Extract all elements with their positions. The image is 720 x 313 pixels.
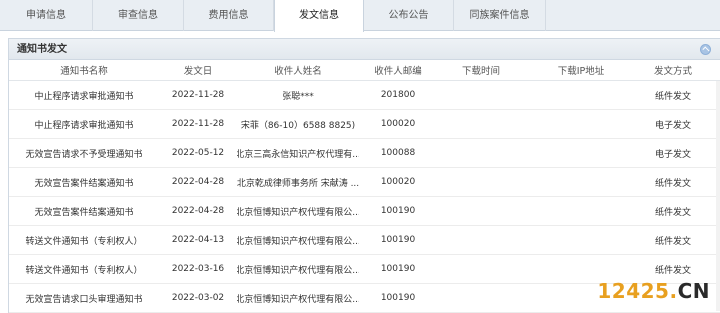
notice-name-cell: 中止程序请求审批通知书 <box>34 120 134 131</box>
notice-name-cell: 中止程序请求审批通知书 <box>34 91 134 102</box>
recipient-zip-cell: 201800 <box>380 90 416 100</box>
panel-header: 通知书发文 <box>9 39 720 60</box>
watermark-number: 12425 <box>597 279 670 303</box>
recipient-name-cell: 北京恒博知识产权代理有限公... <box>237 236 359 247</box>
recipient-name-cell: 北京乾成律师事务所 宋献涛 ... <box>237 178 359 189</box>
watermark-cn: CN <box>677 279 710 303</box>
collapse-icon[interactable] <box>700 44 711 55</box>
dispatch-date-cell: 2022-11-28 <box>171 119 225 129</box>
recipient-zip-cell: 100020 <box>380 119 416 129</box>
dispatch-date-cell: 2022-11-28 <box>171 90 225 100</box>
watermark-dot: . <box>669 279 678 303</box>
recipient-name-cell: 宋菲（86-10）6588 8825) <box>240 120 356 131</box>
panel-title: 通知书发文 <box>17 44 67 55</box>
col-download-time-header: 下载时间 <box>461 66 500 77</box>
dispatch-date-cell: 2022-04-28 <box>171 206 225 216</box>
table-row[interactable]: 中止程序请求审批通知书 2022-11-28 张聪*** 201800 纸件发文 <box>9 81 720 110</box>
dispatch-notice-panel: 通知书发文 通知书名称 发文日 收件人姓名 收件人邮编 下载时间 下载IP地址 发文方式 中… <box>8 38 720 313</box>
dispatch-date-cell: 2022-04-13 <box>171 235 225 245</box>
col-dispatch-date-header: 发文日 <box>183 66 213 77</box>
download-ip-cell <box>525 81 637 109</box>
recipient-zip-cell: 100190 <box>380 206 416 216</box>
download-time-cell <box>437 168 525 196</box>
download-time-cell <box>437 110 525 138</box>
col-recipient-zip-header: 收件人邮编 <box>374 66 422 77</box>
notice-name-cell: 无效宣告请求口头审理通知书 <box>25 294 143 305</box>
table-row[interactable]: 中止程序请求审批通知书 2022-11-28 宋菲（86-10）6588 8825)… <box>9 110 720 139</box>
recipient-zip-cell: 100190 <box>380 235 416 245</box>
recipient-name-cell: 张聪*** <box>282 91 314 102</box>
tab-bar: 申请信息 审查信息 费用信息 发文信息 公布公告 同族案件信息 <box>0 0 720 32</box>
notice-name-cell: 无效宣告请求不予受理通知书 <box>25 149 143 160</box>
download-ip-cell <box>525 226 637 254</box>
table-row[interactable]: 无效宣告案件结案通知书 2022-04-28 北京乾成律师事务所 宋献涛 ... 10… <box>9 168 720 197</box>
dispatch-date-cell: 2022-03-16 <box>171 264 225 274</box>
download-time-cell <box>437 197 525 225</box>
watermark-logo: 12425.CN <box>597 279 710 303</box>
dispatch-method-cell: 电子发文 <box>654 120 691 131</box>
recipient-name-cell: 北京恒博知识产权代理有限公... <box>237 265 359 276</box>
tab-6[interactable]: 同族案件信息 <box>454 0 546 31</box>
scrollbar[interactable] <box>716 81 720 311</box>
tab-3[interactable]: 费用信息 <box>184 0 274 31</box>
table-row[interactable]: 无效宣告案件结案通知书 2022-04-28 北京恒博知识产权代理有限公... 100… <box>9 197 720 226</box>
dispatch-date-cell: 2022-04-28 <box>171 177 225 187</box>
download-time-cell <box>437 284 525 312</box>
recipient-name-cell: 北京恒博知识产权代理有限公... <box>237 294 359 305</box>
tab-5[interactable]: 公布公告 <box>364 0 454 31</box>
notice-name-cell: 无效宣告案件结案通知书 <box>34 178 134 189</box>
recipient-zip-cell: 100020 <box>380 177 416 187</box>
table-row[interactable]: 无效宣告请求不予受理通知书 2022-05-12 北京三高永信知识产权代理有... 1… <box>9 139 720 168</box>
dispatch-date-cell: 2022-03-02 <box>171 293 225 303</box>
col-download-ip-header: 下载IP地址 <box>557 66 605 77</box>
dispatch-method-cell: 纸件发文 <box>654 236 691 247</box>
tab-2[interactable]: 审查信息 <box>93 0 184 31</box>
table-row[interactable]: 转送文件通知书（专利权人） 2022-04-13 北京恒博知识产权代理有限公... 1… <box>9 226 720 255</box>
notice-name-cell: 转送文件通知书（专利权人） <box>25 236 143 247</box>
download-time-cell <box>437 255 525 283</box>
recipient-zip-cell: 100190 <box>380 293 416 303</box>
dispatch-method-cell: 纸件发文 <box>654 207 691 218</box>
recipient-name-cell: 北京恒博知识产权代理有限公... <box>237 207 359 218</box>
tab-4[interactable]: 发文信息 <box>274 0 364 32</box>
download-ip-cell <box>525 139 637 167</box>
col-recipient-name-header: 收件人姓名 <box>274 66 322 77</box>
col-notice-name-header: 通知书名称 <box>60 66 108 77</box>
recipient-name-cell: 北京三高永信知识产权代理有... <box>237 149 359 160</box>
dispatch-method-cell: 纸件发文 <box>654 178 691 189</box>
notice-name-cell: 转送文件通知书（专利权人） <box>25 265 143 276</box>
download-ip-cell <box>525 168 637 196</box>
dispatch-date-cell: 2022-05-12 <box>171 148 225 158</box>
download-ip-cell <box>525 197 637 225</box>
download-time-cell <box>437 226 525 254</box>
download-time-cell <box>437 81 525 109</box>
recipient-zip-cell: 100088 <box>380 148 416 158</box>
col-dispatch-method-header: 发文方式 <box>653 66 692 77</box>
tab-1[interactable]: 申请信息 <box>0 0 93 31</box>
download-time-cell <box>437 139 525 167</box>
download-ip-cell <box>525 110 637 138</box>
table-header: 通知书名称 发文日 收件人姓名 收件人邮编 下载时间 下载IP地址 发文方式 <box>9 60 720 81</box>
notice-name-cell: 无效宣告案件结案通知书 <box>34 207 134 218</box>
dispatch-method-cell: 电子发文 <box>654 149 691 160</box>
dispatch-method-cell: 纸件发文 <box>654 91 691 102</box>
recipient-zip-cell: 100190 <box>380 264 416 274</box>
